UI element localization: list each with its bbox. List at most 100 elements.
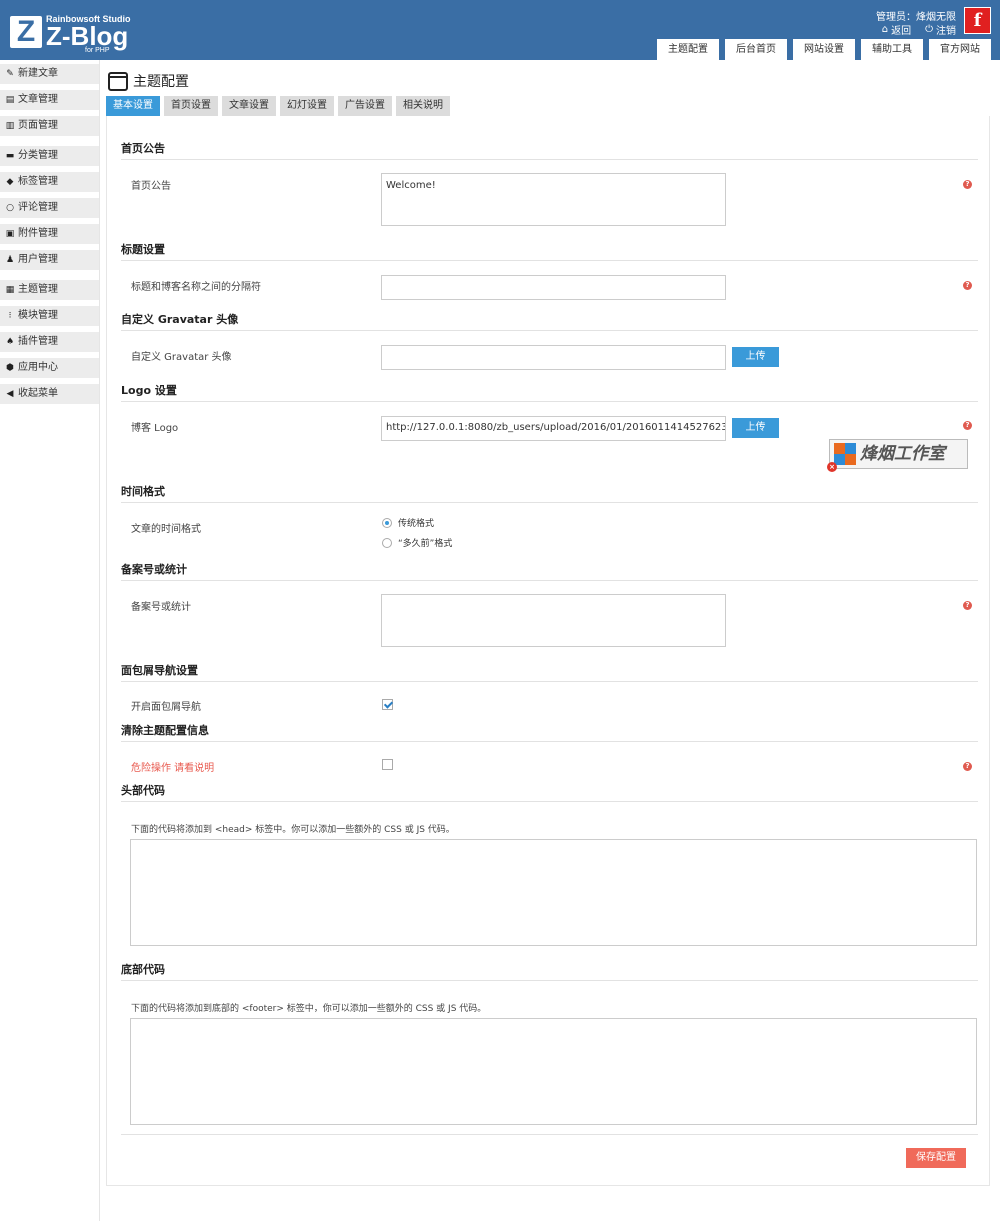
gravatar-upload-button[interactable]: 上传 (732, 347, 779, 367)
topnav-official-site[interactable]: 官方网站 (929, 39, 991, 60)
page-title-text: 主题配置 (133, 74, 189, 90)
topnav-admin-home[interactable]: 后台首页 (725, 39, 787, 60)
section-clear-config: 清除主题配置信息 (121, 722, 978, 742)
sidebar-item-pages[interactable]: ▥ 页面管理 (0, 116, 99, 136)
sidebar-item-label: 附件管理 (18, 228, 58, 239)
logo-upload-button[interactable]: 上传 (732, 418, 779, 438)
logout-label: 注销 (936, 26, 956, 37)
tab-ads[interactable]: 广告设置 (338, 96, 392, 116)
tab-article[interactable]: 文章设置 (222, 96, 276, 116)
tag-icon: ◆ (6, 177, 14, 187)
logo-preview: 烽烟工作室 × (827, 439, 968, 472)
breadcrumb-checkbox[interactable] (382, 699, 393, 710)
app-center-icon: ⬢ (6, 363, 14, 373)
radio-button-checked[interactable] (382, 517, 392, 528)
tab-help[interactable]: 相关说明 (396, 96, 450, 116)
radio-label: “多久前”格式 (398, 539, 453, 549)
sidebar-item-label: 新建文章 (18, 68, 58, 79)
radio-relative[interactable]: “多久前”格式 (382, 536, 452, 549)
section-breadcrumb: 面包屑导航设置 (121, 662, 978, 682)
section-title: 标题设置 (121, 241, 978, 261)
topnav-theme-config[interactable]: 主题配置 (657, 39, 719, 60)
head-code-description: 下面的代码将添加到 <head> 标签中。你可以添加一些额外的 CSS 或 JS… (131, 825, 455, 835)
sidebar-item-label: 用户管理 (18, 254, 58, 265)
edit-icon: ✎ (6, 69, 14, 79)
help-icon[interactable]: ? (963, 421, 972, 430)
beian-textarea[interactable] (381, 594, 726, 647)
page-title: 主题配置 (108, 71, 189, 91)
sidebar-item-users[interactable]: ♟ 用户管理 (0, 250, 99, 270)
logo-label: 博客 Logo (131, 423, 179, 434)
sidebar-item-app-center[interactable]: ⬢ 应用中心 (0, 358, 99, 378)
top-nav: 主题配置 后台首页 网站设置 辅助工具 官方网站 (657, 39, 991, 60)
notice-textarea[interactable]: Welcome! (381, 173, 726, 226)
avatar[interactable]: f (964, 7, 991, 34)
sidebar: ✎ 新建文章 ▤ 文章管理 ▥ 页面管理 ▬ 分类管理 ◆ 标签管理 ○ 评论管理 ▣ 附件管… (0, 60, 100, 1221)
sidebar-item-categories[interactable]: ▬ 分类管理 (0, 146, 99, 166)
section-beian: 备案号或统计 (121, 561, 978, 581)
logo-url-input[interactable]: http://127.0.0.1:8080/zb_users/upload/20… (381, 416, 726, 441)
sidebar-item-modules[interactable]: ⁝ 模块管理 (0, 306, 99, 326)
title-separator-input[interactable] (381, 275, 726, 300)
sidebar-item-label: 评论管理 (18, 202, 58, 213)
gravatar-input[interactable] (381, 345, 726, 370)
foot-code-textarea[interactable] (130, 1018, 977, 1125)
head-code-textarea[interactable] (130, 839, 977, 946)
help-icon[interactable]: ? (963, 180, 972, 189)
foot-code-description: 下面的代码将添加到底部的 <footer> 标签中，你可以添加一些额外的 CSS… (131, 1004, 487, 1014)
help-icon[interactable]: ? (963, 281, 972, 290)
brand-subtitle: for PHP (85, 47, 110, 54)
divider (121, 1134, 978, 1135)
clear-config-label[interactable]: 危险操作 请看说明 (131, 759, 214, 774)
back-link[interactable]: ⌂ 返回 (882, 22, 911, 37)
radio-traditional[interactable]: 传统格式 (382, 516, 434, 529)
breadcrumb-label: 开启面包屑导航 (131, 702, 201, 713)
sidebar-item-label: 插件管理 (18, 336, 58, 347)
sidebar-item-articles[interactable]: ▤ 文章管理 (0, 90, 99, 110)
folder-icon: ▬ (5, 151, 15, 161)
section-head-code: 头部代码 (121, 782, 978, 802)
plugin-icon: ♠ (5, 337, 15, 347)
sidebar-item-label: 文章管理 (18, 94, 58, 105)
sidebar-item-collapse[interactable]: ◀ 收起菜单 (0, 384, 99, 404)
tab-home[interactable]: 首页设置 (164, 96, 218, 116)
gravatar-label: 自定义 Gravatar 头像 (131, 352, 232, 363)
sidebar-item-label: 应用中心 (18, 362, 58, 373)
topnav-site-settings[interactable]: 网站设置 (793, 39, 855, 60)
sidebar-item-comments[interactable]: ○ 评论管理 (0, 198, 99, 218)
admin-username: 管理员：烽烟无限 (876, 12, 956, 23)
help-icon[interactable]: ? (963, 762, 972, 771)
admin-links: ⌂ 返回 ⏻ 注销 (882, 22, 956, 37)
section-gravatar: 自定义 Gravatar 头像 (121, 311, 978, 331)
radio-button[interactable] (382, 537, 392, 548)
section-logo: Logo 设置 (121, 382, 978, 402)
top-header: Z Rainbowsoft Studio Z-Blog for PHP 管理员：… (0, 0, 1000, 60)
help-icon[interactable]: ? (963, 601, 972, 610)
power-icon: ⏻ (925, 24, 933, 35)
collapse-icon: ◀ (6, 389, 14, 399)
home-icon: ⌂ (881, 24, 889, 35)
sidebar-item-label: 页面管理 (18, 120, 58, 131)
topnav-tools[interactable]: 辅助工具 (861, 39, 923, 60)
sidebar-item-tags[interactable]: ◆ 标签管理 (0, 172, 99, 192)
back-label: 返回 (891, 26, 912, 37)
sidebar-item-new-article[interactable]: ✎ 新建文章 (0, 64, 99, 84)
save-button[interactable]: 保存配置 (906, 1148, 966, 1168)
logo-letter: Z (16, 15, 36, 48)
notice-label: 首页公告 (131, 181, 171, 192)
sidebar-item-attachments[interactable]: ▣ 附件管理 (0, 224, 99, 244)
comment-icon: ○ (6, 203, 14, 213)
sidebar-item-label: 模块管理 (18, 310, 58, 321)
attachment-icon: ▣ (5, 229, 15, 239)
tab-slides[interactable]: 幻灯设置 (280, 96, 334, 116)
tab-basic[interactable]: 基本设置 (106, 96, 160, 116)
sidebar-item-plugins[interactable]: ♠ 插件管理 (0, 332, 99, 352)
clear-config-checkbox[interactable] (382, 759, 393, 770)
sidebar-item-label: 收起菜单 (18, 388, 58, 399)
sidebar-item-themes[interactable]: ▦ 主题管理 (0, 280, 99, 300)
logout-link[interactable]: ⏻ 注销 (925, 22, 956, 37)
remove-logo-icon[interactable]: × (827, 462, 837, 472)
zblog-logo[interactable]: Z (10, 16, 42, 48)
brand-name: Z-Blog (46, 21, 129, 51)
time-format-label: 文章的时间格式 (131, 524, 201, 535)
